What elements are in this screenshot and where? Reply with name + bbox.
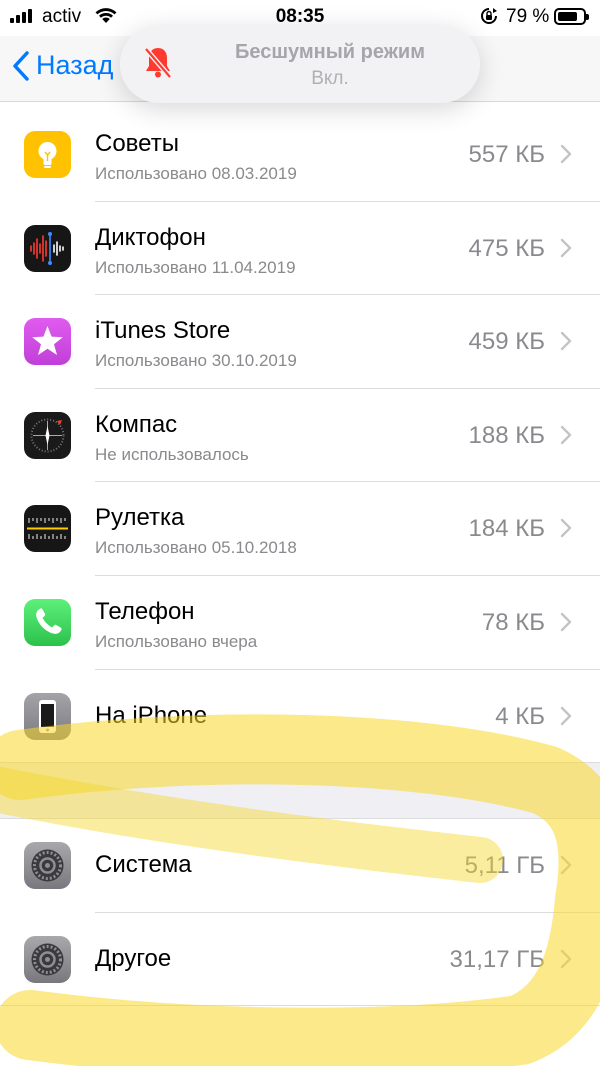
app-name: На iPhone	[95, 701, 208, 729]
app-last-used: Использовано 11.04.2019	[95, 257, 296, 277]
battery-icon	[554, 8, 589, 25]
item-size: 31,17 ГБ	[449, 945, 545, 973]
list-item[interactable]: iTunes Store Использовано 30.10.2019 459…	[0, 295, 600, 389]
list-item[interactable]: Система 5,11 ГБ	[0, 819, 600, 913]
app-last-used: Использовано 30.10.2019	[95, 351, 297, 371]
system-gear-icon	[24, 842, 71, 890]
app-name: iTunes Store	[95, 317, 231, 345]
app-size: 475 КБ	[468, 234, 545, 262]
chevron-right-icon	[560, 855, 572, 875]
list-item[interactable]: Советы Использовано 08.03.2019 557 КБ	[0, 108, 600, 202]
app-size: 557 КБ	[468, 141, 545, 168]
back-label: Назад	[36, 50, 114, 80]
app-size: 78 КБ	[481, 608, 545, 636]
app-name: Диктофон	[95, 223, 206, 251]
silent-mode-banner: Бесшумный режим Вкл.	[120, 25, 480, 103]
app-name: Компас	[95, 410, 178, 438]
chevron-right-icon	[560, 949, 572, 968]
app-last-used: Использовано 05.10.2018	[95, 538, 297, 558]
tips-icon	[24, 131, 71, 178]
chevron-right-icon	[560, 331, 572, 351]
list-item[interactable]: Диктофон Использовано 11.04.2019 475 КБ	[0, 201, 600, 296]
rotation-lock-icon	[481, 8, 497, 24]
other-gear-icon	[24, 935, 71, 983]
app-last-used: Использовано вчера	[95, 631, 258, 651]
app-name: Советы	[95, 130, 179, 157]
app-last-used: Использовано 08.03.2019	[95, 164, 297, 183]
list-item[interactable]: Телефон Использовано вчера 78 КБ	[0, 575, 600, 670]
chevron-right-icon	[560, 144, 572, 164]
item-name: Система	[95, 851, 192, 879]
itunes-store-icon	[24, 318, 71, 366]
back-button[interactable]: Назад	[12, 50, 113, 81]
chevron-right-icon	[560, 706, 572, 725]
app-last-used: Не использовалось	[95, 444, 249, 464]
item-name: Другое	[95, 944, 172, 972]
chevron-right-icon	[560, 425, 572, 444]
app-size: 184 КБ	[468, 515, 545, 543]
storage-app-list: Советы Использовано 08.03.2019 557 КБ Ди…	[0, 108, 600, 1007]
battery-fill	[558, 12, 577, 21]
chevron-left-icon	[13, 50, 29, 81]
phone-icon	[24, 598, 71, 646]
item-size: 5,11 ГБ	[464, 852, 545, 880]
app-size: 4 КБ	[495, 702, 545, 730]
list-item[interactable]: Компас Не использовалось 188 КБ	[0, 388, 600, 483]
app-name: Телефон	[95, 597, 195, 625]
on-iphone-icon	[24, 692, 71, 740]
list-item[interactable]: Другое 31,17 ГБ	[0, 912, 600, 1007]
row-separator	[0, 762, 600, 764]
app-size: 188 КБ	[468, 421, 545, 449]
chevron-right-icon	[560, 612, 572, 632]
measure-icon	[24, 505, 71, 553]
row-separator	[0, 1005, 600, 1007]
list-item[interactable]: Рулетка Использовано 05.10.2018 184 КБ	[0, 482, 600, 576]
list-item[interactable]: На iPhone 4 КБ	[0, 669, 600, 764]
chevron-right-icon	[560, 519, 572, 538]
app-name: Рулетка	[95, 504, 185, 532]
banner-title: Бесшумный режим	[234, 41, 426, 63]
compass-icon	[24, 411, 71, 459]
voice-memos-icon	[24, 224, 71, 272]
battery-percent: 79 %	[506, 6, 550, 27]
chevron-right-icon	[560, 238, 572, 257]
banner-subtitle: Вкл.	[311, 68, 349, 89]
section-gap	[0, 763, 600, 820]
app-size: 459 КБ	[468, 328, 545, 356]
